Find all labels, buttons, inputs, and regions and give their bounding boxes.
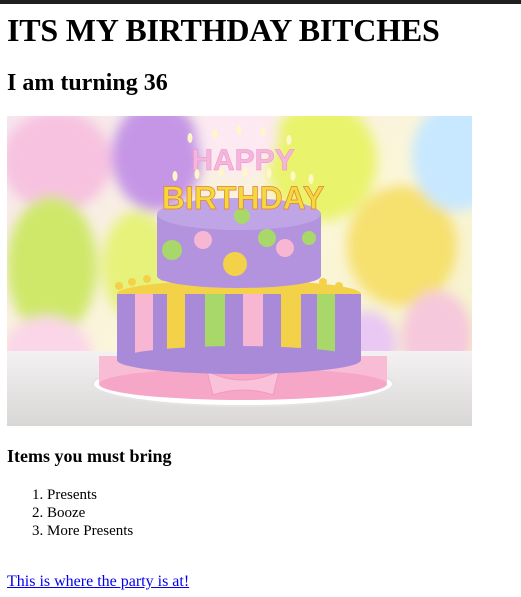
cake-text-birthday: BIRTHDAY bbox=[162, 180, 324, 216]
list-item: Booze bbox=[47, 504, 133, 522]
list-item: Presents bbox=[47, 486, 133, 504]
page-title: ITS MY BIRTHDAY BITCHES bbox=[7, 12, 440, 48]
items-list: Presents Booze More Presents bbox=[7, 486, 133, 540]
browser-top-border bbox=[0, 0, 521, 4]
page-subtitle: I am turning 36 bbox=[7, 70, 168, 96]
list-item: More Presents bbox=[47, 522, 133, 540]
items-heading: Items you must bring bbox=[7, 446, 172, 466]
birthday-cake-photo: HAPPY BIRTHDAY bbox=[7, 116, 472, 426]
party-location-link[interactable]: This is where the party is at! bbox=[7, 573, 189, 591]
birthday-cake-image: HAPPY BIRTHDAY bbox=[7, 116, 472, 426]
